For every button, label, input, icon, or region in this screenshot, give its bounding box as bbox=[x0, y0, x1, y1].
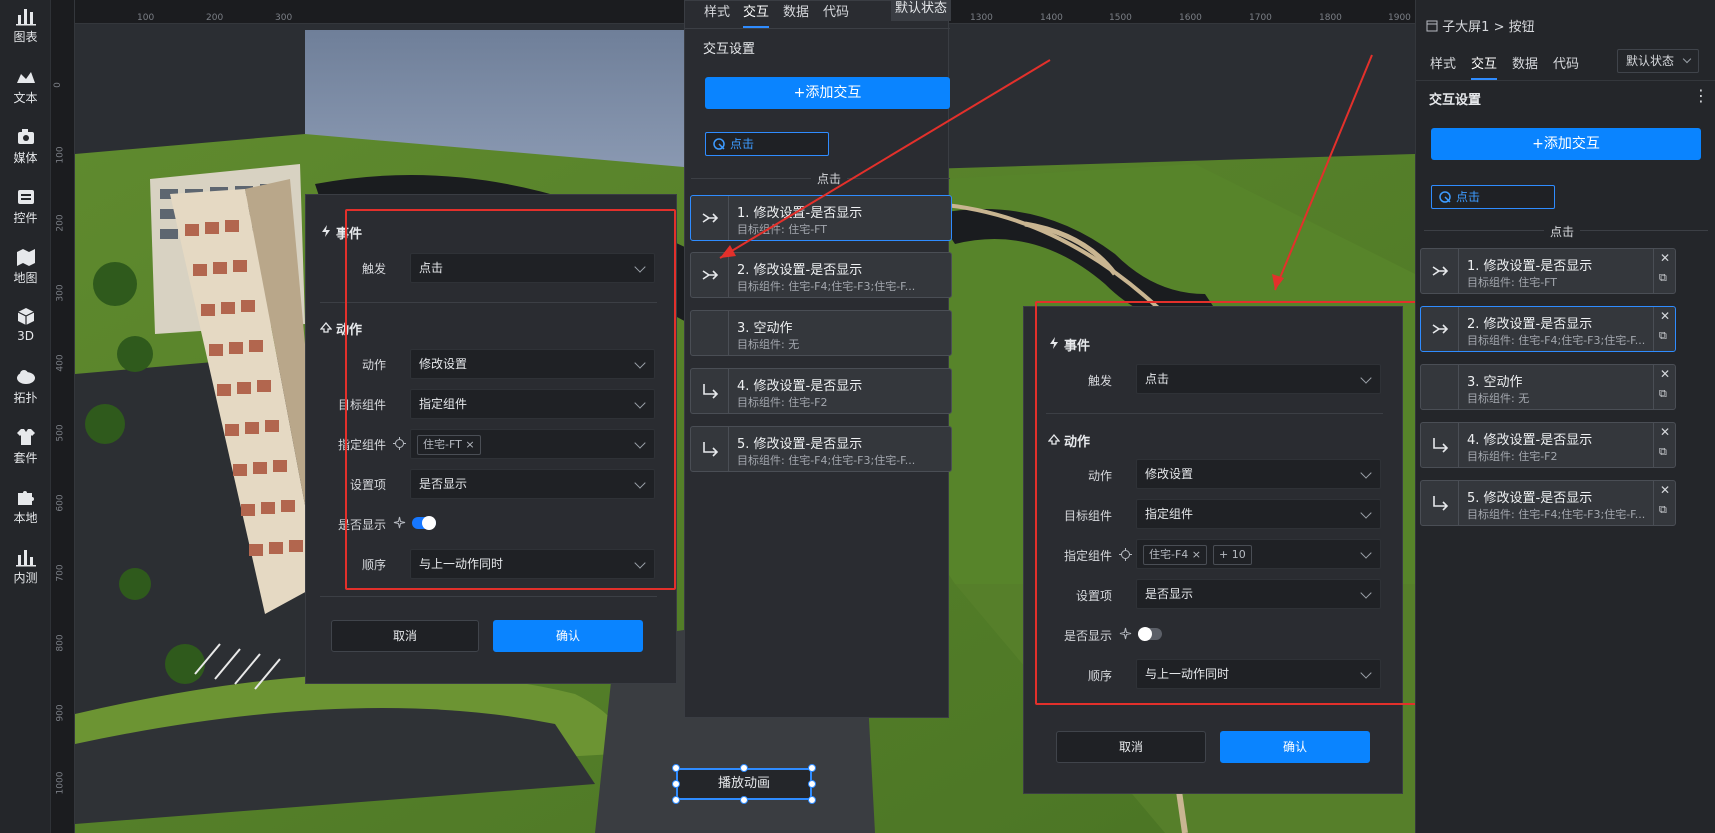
group-label: 点击 bbox=[1544, 223, 1581, 240]
close-icon[interactable]: ✕ bbox=[1660, 309, 1670, 323]
chevron-down-icon bbox=[1682, 54, 1692, 64]
interaction-item[interactable]: 3. 空动作 目标组件: 无 ✕ ⧉ bbox=[1420, 364, 1676, 410]
state-select[interactable]: 默认状态 bbox=[1617, 49, 1699, 73]
more-vertical-icon[interactable]: ⋮ bbox=[1693, 86, 1709, 105]
resize-handle[interactable] bbox=[672, 796, 680, 804]
close-icon[interactable]: ✕ bbox=[1660, 367, 1670, 381]
interaction-target: 目标组件: 无 bbox=[1467, 392, 1530, 405]
interaction-target: 目标组件: 住宅-F2 bbox=[1467, 450, 1558, 463]
interaction-item[interactable]: 5. 修改设置-是否显示 目标组件: 住宅-F4;住宅-F3;住宅-F... ✕… bbox=[1420, 480, 1676, 526]
close-icon[interactable]: ✕ bbox=[1660, 251, 1670, 265]
resize-handle[interactable] bbox=[808, 764, 816, 772]
interaction-title: 4. 修改设置-是否显示 bbox=[1467, 433, 1593, 448]
state-select-value: 默认状态 bbox=[1626, 54, 1675, 68]
click-icon bbox=[1439, 191, 1451, 203]
breadcrumb: 子大屏1 > 按钮 bbox=[1426, 16, 1535, 35]
copy-icon[interactable]: ⧉ bbox=[1659, 329, 1667, 343]
right-config-panel: 子大屏1 > 按钮 样式 交互 数据 代码 默认状态 交互设置 ⋮ +添加交互 … bbox=[1415, 0, 1715, 833]
interaction-target: 目标组件: 住宅-F4;住宅-F3;住宅-F... bbox=[1467, 334, 1646, 347]
breadcrumb-separator: > bbox=[1493, 20, 1505, 35]
interaction-target: 目标组件: 住宅-F4;住宅-F3;住宅-F... bbox=[1467, 508, 1646, 521]
copy-icon[interactable]: ⧉ bbox=[1659, 271, 1667, 285]
tab-data[interactable]: 数据 bbox=[1512, 53, 1538, 72]
merge-arrow-icon bbox=[1432, 324, 1449, 334]
turn-arrow-icon bbox=[1433, 496, 1449, 511]
resize-handle[interactable] bbox=[740, 764, 748, 772]
interaction-title: 5. 修改设置-是否显示 bbox=[1467, 491, 1593, 506]
interaction-title: 3. 空动作 bbox=[1467, 375, 1523, 390]
interaction-title: 2. 修改设置-是否显示 bbox=[1467, 317, 1593, 332]
interaction-target: 目标组件: 住宅-FT bbox=[1467, 276, 1558, 289]
resize-handle[interactable] bbox=[672, 780, 680, 788]
copy-icon[interactable]: ⧉ bbox=[1659, 503, 1667, 517]
resize-handle[interactable] bbox=[740, 796, 748, 804]
tab-code[interactable]: 代码 bbox=[1553, 53, 1579, 72]
section-title: 交互设置 bbox=[1429, 93, 1482, 108]
copy-icon[interactable]: ⧉ bbox=[1659, 445, 1667, 459]
resize-handle[interactable] bbox=[672, 764, 680, 772]
interaction-item[interactable]: 4. 修改设置-是否显示 目标组件: 住宅-F2 ✕ ⧉ bbox=[1420, 422, 1676, 468]
copy-icon[interactable]: ⧉ bbox=[1659, 387, 1667, 401]
resize-handle[interactable] bbox=[808, 796, 816, 804]
close-icon[interactable]: ✕ bbox=[1660, 483, 1670, 497]
interaction-item[interactable]: 1. 修改设置-是否显示 目标组件: 住宅-FT ✕ ⧉ bbox=[1420, 248, 1676, 294]
breadcrumb-current: 按钮 bbox=[1508, 20, 1535, 35]
close-icon[interactable]: ✕ bbox=[1660, 425, 1670, 439]
tab-interaction[interactable]: 交互 bbox=[1471, 53, 1498, 80]
screen-icon bbox=[1426, 20, 1438, 32]
turn-arrow-icon bbox=[1433, 438, 1449, 453]
resize-handle[interactable] bbox=[808, 780, 816, 788]
interaction-item[interactable]: 2. 修改设置-是否显示 目标组件: 住宅-F4;住宅-F3;住宅-F... ✕… bbox=[1420, 306, 1676, 352]
merge-arrow-icon bbox=[1432, 266, 1449, 276]
trigger-chip[interactable]: 点击 bbox=[1431, 185, 1555, 209]
add-interaction-button[interactable]: +添加交互 bbox=[1431, 128, 1701, 160]
tab-style[interactable]: 样式 bbox=[1430, 53, 1456, 72]
breadcrumb-root[interactable]: 子大屏1 bbox=[1442, 20, 1489, 35]
trigger-chip-label: 点击 bbox=[1456, 190, 1481, 204]
interaction-title: 1. 修改设置-是否显示 bbox=[1467, 259, 1593, 274]
